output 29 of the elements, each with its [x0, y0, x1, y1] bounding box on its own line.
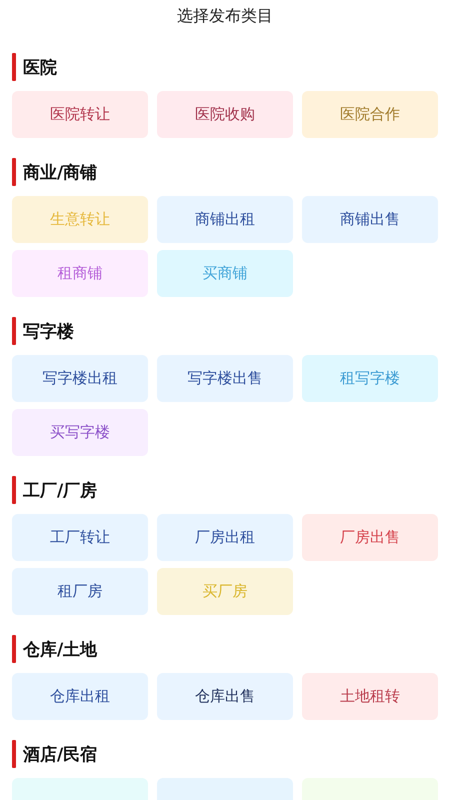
category-button[interactable]: 仓库出租 [12, 673, 148, 720]
category-button[interactable]: 商铺出售 [302, 196, 438, 243]
category-button[interactable]: 厂房出租 [157, 514, 293, 561]
section-heading: 医院 [23, 56, 57, 78]
accent-bar [12, 635, 16, 663]
category-button[interactable]: 写字楼出租 [12, 355, 148, 402]
accent-bar [12, 740, 16, 768]
section-heading: 写字楼 [23, 320, 74, 342]
section-heading: 仓库/土地 [23, 638, 98, 660]
category-button[interactable]: 写字楼出售 [157, 355, 293, 402]
section-heading: 酒店/民宿 [23, 744, 98, 766]
category-button[interactable]: 医院收购 [157, 91, 293, 138]
category-button[interactable]: 厂房出售 [302, 514, 438, 561]
category-button[interactable]: 租商铺 [12, 250, 148, 297]
accent-bar [12, 158, 16, 186]
category-button[interactable]: 工厂转让 [12, 514, 148, 561]
category-button[interactable]: 医院转让 [12, 91, 148, 138]
category-button[interactable]: 买写字楼 [12, 409, 148, 456]
page-title: 选择发布类目 [176, 5, 274, 27]
accent-bar [12, 317, 16, 345]
category-button[interactable]: 医院合作 [302, 91, 438, 138]
section-heading: 工厂/厂房 [23, 480, 98, 502]
category-button[interactable]: 租厂房 [12, 568, 148, 615]
category-button[interactable]: 仓库出售 [157, 673, 293, 720]
category-button[interactable]: 商铺出租 [157, 196, 293, 243]
accent-bar [12, 476, 16, 504]
category-button[interactable]: 土地租转 [302, 673, 438, 720]
section-heading: 商业/商铺 [23, 162, 98, 184]
accent-bar [12, 53, 16, 81]
